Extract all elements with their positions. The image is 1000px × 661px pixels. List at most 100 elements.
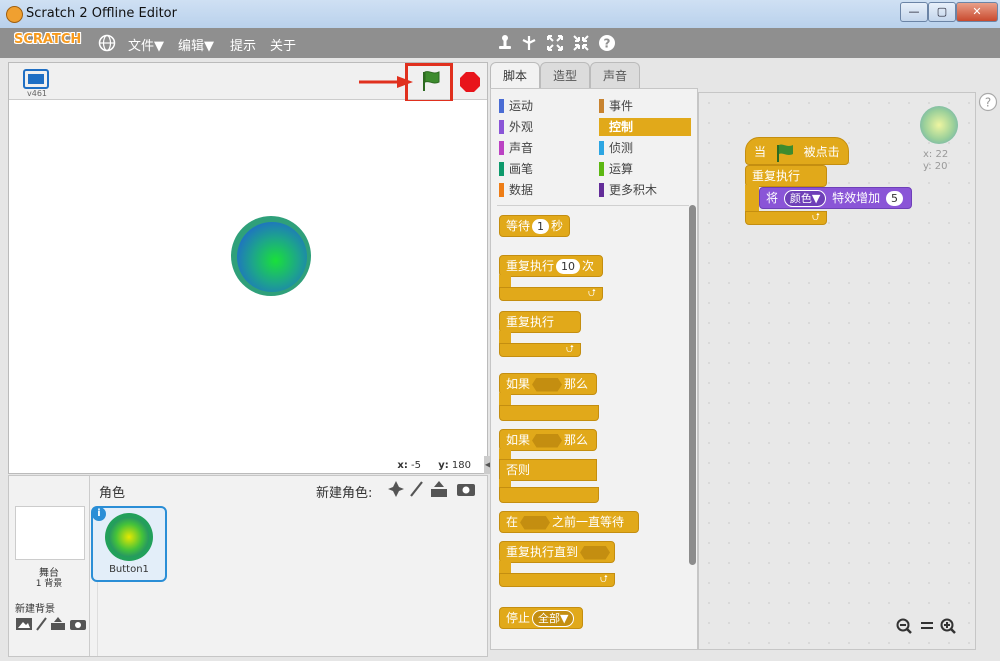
upload-icon[interactable] bbox=[51, 617, 65, 630]
maximize-button[interactable]: ▢ bbox=[928, 2, 956, 22]
fullscreen-icon[interactable] bbox=[23, 69, 49, 89]
new-backdrop-tools bbox=[16, 617, 86, 631]
category-sensing[interactable]: 侦测 bbox=[599, 139, 691, 157]
category-label: 运动 bbox=[509, 99, 534, 113]
category-pen[interactable]: 画笔 bbox=[499, 160, 597, 178]
condition-slot[interactable] bbox=[520, 515, 551, 530]
condition-slot[interactable] bbox=[580, 545, 611, 560]
block-repeat[interactable]: 重复执行 10 次 ⮍ bbox=[499, 255, 603, 301]
duplicate-icon[interactable] bbox=[496, 34, 514, 52]
y-label: y: bbox=[438, 460, 449, 471]
category-color-bar bbox=[499, 183, 504, 197]
zoom-in-icon[interactable] bbox=[940, 618, 956, 634]
tab-costumes[interactable]: 造型 bbox=[540, 62, 590, 89]
category-data[interactable]: 数据 bbox=[499, 181, 597, 199]
stop-dropdown[interactable]: 全部▼ bbox=[532, 610, 575, 627]
backdrop-count: 1 背景 bbox=[35, 579, 63, 589]
scripts-area[interactable]: 当 被点击 重复执行 ⮍ 将 颜色▼ 特效增加 5 x: 22 y: 20 bbox=[698, 92, 976, 650]
block-palette: 运动 外观 声音 画笔 数据 事件 控制 侦测 运算 更多积木 等待 1 秒 重复执… bbox=[490, 88, 698, 650]
green-flag-icon[interactable] bbox=[419, 69, 443, 93]
menu-edit[interactable]: 编辑▼ bbox=[178, 35, 214, 54]
paint-icon[interactable] bbox=[16, 618, 32, 630]
brush-icon[interactable] bbox=[410, 481, 423, 497]
loop-arrow-icon: ⮍ bbox=[499, 287, 603, 301]
grow-icon[interactable] bbox=[546, 34, 564, 52]
menu-file[interactable]: 文件▼ bbox=[128, 35, 164, 54]
category-label: 画笔 bbox=[509, 162, 534, 176]
block-repeat-until[interactable]: 重复执行直到 ⮍ bbox=[499, 541, 615, 587]
block-forever[interactable]: 重复执行 ⮍ bbox=[499, 311, 581, 357]
else-label: 否则 bbox=[499, 459, 597, 481]
tab-scripts[interactable]: 脚本 bbox=[490, 62, 540, 89]
new-backdrop-label: 新建背景 bbox=[15, 604, 55, 615]
block-header: 重复执行 10 次 bbox=[499, 255, 603, 277]
category-color-bar bbox=[599, 141, 604, 155]
c-bottom bbox=[499, 487, 599, 503]
upload-icon[interactable] bbox=[431, 481, 447, 497]
category-sound[interactable]: 声音 bbox=[499, 139, 597, 157]
zoom-out-icon[interactable] bbox=[896, 618, 912, 634]
block-text: 被点击 bbox=[803, 145, 840, 159]
category-label: 外观 bbox=[509, 120, 534, 134]
category-looks[interactable]: 外观 bbox=[499, 118, 597, 136]
condition-slot[interactable] bbox=[532, 433, 563, 448]
block-text: 重复执行 bbox=[506, 259, 555, 273]
menu-tips[interactable]: 提示 bbox=[230, 35, 256, 54]
button-sprite[interactable] bbox=[229, 214, 313, 298]
category-more-blocks[interactable]: 更多积木 bbox=[599, 181, 691, 199]
block-stop[interactable]: 停止 全部▼ bbox=[499, 607, 584, 629]
block-header: 如果 那么 bbox=[499, 429, 597, 451]
block-change-effect[interactable]: 将 颜色▼ 特效增加 5 bbox=[759, 187, 912, 209]
x-value: -5 bbox=[411, 460, 421, 471]
category-motion[interactable]: 运动 bbox=[499, 97, 597, 115]
x-label: x: bbox=[397, 460, 408, 471]
block-text: 如果 bbox=[506, 377, 531, 391]
tab-sounds[interactable]: 声音 bbox=[590, 62, 640, 89]
camera-icon[interactable] bbox=[70, 620, 86, 630]
brush-icon[interactable] bbox=[36, 617, 47, 631]
block-text: 特效增加 bbox=[832, 191, 881, 205]
stage-canvas[interactable] bbox=[13, 101, 483, 453]
repeat-count-input[interactable]: 10 bbox=[556, 259, 581, 274]
wait-seconds-input[interactable]: 1 bbox=[532, 219, 550, 234]
stage-thumbnail[interactable] bbox=[15, 506, 85, 560]
shrink-icon[interactable] bbox=[572, 34, 590, 52]
logo-text: SCRATCH bbox=[14, 32, 82, 47]
category-label: 事件 bbox=[609, 99, 634, 113]
menu-about[interactable]: 关于 bbox=[270, 35, 296, 54]
effect-dropdown[interactable]: 颜色▼ bbox=[783, 190, 827, 207]
condition-slot[interactable] bbox=[532, 377, 563, 392]
svg-text:?: ? bbox=[985, 96, 991, 110]
block-text: 秒 bbox=[551, 219, 564, 233]
scratch-logo: SCRATCH bbox=[14, 32, 82, 54]
minimize-button[interactable]: — bbox=[900, 2, 928, 22]
category-color-bar bbox=[599, 99, 604, 113]
block-header: 重复执行 bbox=[499, 311, 581, 333]
y-value: 180 bbox=[451, 460, 471, 471]
palette-scrollbar[interactable] bbox=[689, 205, 696, 565]
camera-icon[interactable] bbox=[457, 484, 475, 496]
sprite-library-icon[interactable] bbox=[388, 481, 404, 497]
stage-header: v461 bbox=[9, 63, 487, 103]
block-wait-until[interactable]: 在 之前一直等待 bbox=[499, 511, 639, 533]
close-button[interactable]: ✕ bbox=[956, 2, 998, 22]
block-wait[interactable]: 等待 1 秒 bbox=[499, 215, 571, 237]
app-icon bbox=[6, 6, 23, 23]
effect-amount-input[interactable]: 5 bbox=[885, 191, 903, 206]
zoom-reset-icon[interactable] bbox=[921, 622, 933, 629]
stop-icon[interactable] bbox=[459, 71, 481, 93]
mouse-coordinates: x: -5 y: 180 bbox=[397, 460, 471, 471]
category-control[interactable]: 控制 bbox=[599, 118, 691, 136]
category-events[interactable]: 事件 bbox=[599, 97, 691, 115]
globe-icon[interactable] bbox=[98, 34, 116, 52]
block-text: 如果 bbox=[506, 433, 531, 447]
block-if-then[interactable]: 如果 那么 bbox=[499, 373, 599, 421]
delete-icon[interactable] bbox=[520, 34, 538, 52]
category-color-bar bbox=[499, 99, 504, 113]
help-icon[interactable]: ? bbox=[978, 92, 998, 112]
category-operators[interactable]: 运算 bbox=[599, 160, 691, 178]
sprite-tile-button1[interactable]: i Button1 bbox=[91, 506, 167, 582]
help-icon[interactable]: ? bbox=[598, 34, 616, 52]
block-if-then-else[interactable]: 如果 那么 否则 bbox=[499, 429, 599, 503]
block-when-flag-clicked[interactable]: 当 被点击 bbox=[745, 137, 849, 165]
